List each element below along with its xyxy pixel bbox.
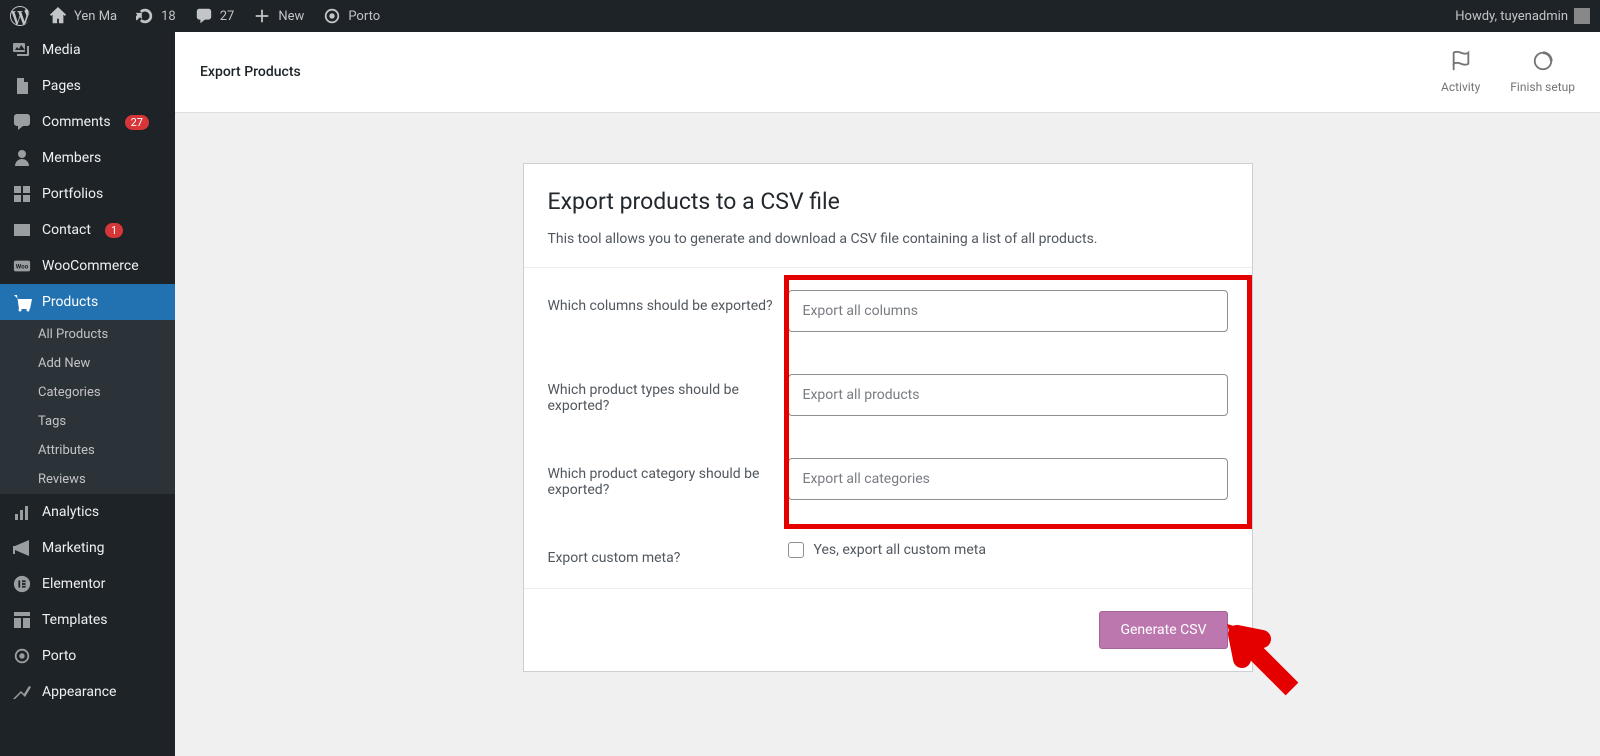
svg-text:Woo: Woo bbox=[16, 263, 29, 271]
sidebar-item-portfolios[interactable]: Portfolios bbox=[0, 176, 175, 212]
flag-icon bbox=[1441, 50, 1480, 78]
pages-icon bbox=[12, 76, 32, 96]
columns-label: Which columns should be exported? bbox=[548, 290, 788, 314]
export-panel: Export products to a CSV file This tool … bbox=[523, 163, 1253, 672]
admin-bar: Yen Ma 18 27 New Porto Howdy, tuyenadmin bbox=[0, 0, 1600, 32]
category-label: Which product category should be exporte… bbox=[548, 458, 788, 498]
updates[interactable]: 18 bbox=[135, 6, 176, 26]
wordpress-icon bbox=[10, 6, 30, 26]
sidebar-item-products[interactable]: Products bbox=[0, 284, 175, 320]
templates-icon bbox=[12, 610, 32, 630]
sidebar-item-label: Pages bbox=[42, 78, 81, 94]
sidebar-item-label: Portfolios bbox=[42, 186, 103, 202]
activity-label: Activity bbox=[1441, 80, 1480, 94]
members-icon bbox=[12, 148, 32, 168]
sidebar-item-woocommerce[interactable]: Woo WooCommerce bbox=[0, 248, 175, 284]
sidebar-item-label: Members bbox=[42, 150, 101, 166]
admin-sidebar: Media Pages Comments 27 Members Portfolios Con… bbox=[0, 32, 175, 756]
badge: 27 bbox=[125, 115, 149, 130]
updates-count: 18 bbox=[161, 9, 176, 24]
badge: 1 bbox=[105, 223, 123, 238]
sidebar-item-label: Contact bbox=[42, 222, 91, 238]
sidebar-item-label: WooCommerce bbox=[42, 258, 139, 274]
account[interactable]: Howdy, tuyenadmin bbox=[1455, 8, 1590, 24]
plus-icon bbox=[252, 6, 272, 26]
sidebar-item-analytics[interactable]: Analytics bbox=[0, 494, 175, 530]
page-title: Export Products bbox=[200, 64, 301, 80]
comments[interactable]: 27 bbox=[194, 6, 235, 26]
sidebar-item-label: Comments bbox=[42, 114, 111, 130]
sidebar-item-label: Analytics bbox=[42, 504, 99, 520]
new-label: New bbox=[278, 9, 304, 24]
sidebar-item-comments[interactable]: Comments 27 bbox=[0, 104, 175, 140]
home-icon bbox=[48, 6, 68, 26]
porto-label: Porto bbox=[348, 9, 380, 24]
contact-icon bbox=[12, 220, 32, 240]
annotation-arrow-icon bbox=[1222, 619, 1312, 699]
category-select[interactable]: Export all categories bbox=[788, 458, 1228, 500]
sidebar-item-label: Appearance bbox=[42, 684, 116, 700]
panel-description: This tool allows you to generate and dow… bbox=[548, 231, 1228, 247]
progress-circle-icon bbox=[1510, 50, 1575, 78]
finish-setup-button[interactable]: Finish setup bbox=[1510, 50, 1575, 94]
panel-title: Export products to a CSV file bbox=[548, 188, 1228, 215]
greeting: Howdy, tuyenadmin bbox=[1455, 9, 1568, 24]
sidebar-item-pages[interactable]: Pages bbox=[0, 68, 175, 104]
portfolio-icon bbox=[12, 184, 32, 204]
meta-checkbox[interactable] bbox=[788, 542, 804, 558]
porto-link[interactable]: Porto bbox=[322, 6, 380, 26]
types-select[interactable]: Export all products bbox=[788, 374, 1228, 416]
sidebar-item-label: Media bbox=[42, 42, 81, 58]
sidebar-item-label: Porto bbox=[42, 648, 76, 664]
sidebar-item-elementor[interactable]: Elementor bbox=[0, 566, 175, 602]
sidebar-item-label: Elementor bbox=[42, 576, 105, 592]
generate-csv-button[interactable]: Generate CSV bbox=[1099, 611, 1227, 649]
analytics-icon bbox=[12, 502, 32, 522]
comments-count: 27 bbox=[220, 9, 235, 24]
appearance-icon bbox=[12, 682, 32, 702]
sidebar-item-marketing[interactable]: Marketing bbox=[0, 530, 175, 566]
sidebar-item-label: Templates bbox=[42, 612, 108, 628]
updates-icon bbox=[135, 6, 155, 26]
submenu-item-categories[interactable]: Categories bbox=[0, 378, 175, 407]
submenu-item-add-new[interactable]: Add New bbox=[0, 349, 175, 378]
sidebar-item-contact[interactable]: Contact 1 bbox=[0, 212, 175, 248]
submenu-item-tags[interactable]: Tags bbox=[0, 407, 175, 436]
avatar-icon bbox=[1574, 8, 1590, 24]
sidebar-item-label: Marketing bbox=[42, 540, 105, 556]
submenu-item-attributes[interactable]: Attributes bbox=[0, 436, 175, 465]
main-content: Export Products Activity Finish setup Ex… bbox=[175, 32, 1600, 756]
finish-setup-label: Finish setup bbox=[1510, 80, 1575, 94]
page-header: Export Products Activity Finish setup bbox=[175, 32, 1600, 113]
submenu-item-all-products[interactable]: All Products bbox=[0, 320, 175, 349]
meta-label: Export custom meta? bbox=[548, 542, 788, 566]
comment-icon bbox=[194, 6, 214, 26]
new-content[interactable]: New bbox=[252, 6, 304, 26]
sidebar-item-templates[interactable]: Templates bbox=[0, 602, 175, 638]
comments-icon bbox=[12, 112, 32, 132]
target-icon bbox=[322, 6, 342, 26]
columns-select[interactable]: Export all columns bbox=[788, 290, 1228, 332]
activity-button[interactable]: Activity bbox=[1441, 50, 1480, 94]
sidebar-item-porto[interactable]: Porto bbox=[0, 638, 175, 674]
sidebar-item-appearance[interactable]: Appearance bbox=[0, 674, 175, 710]
site-name[interactable]: Yen Ma bbox=[48, 6, 117, 26]
meta-checkbox-label: Yes, export all custom meta bbox=[814, 542, 986, 558]
porto-icon bbox=[12, 646, 32, 666]
sidebar-item-label: Products bbox=[42, 294, 98, 310]
wp-logo[interactable] bbox=[10, 6, 30, 26]
types-label: Which product types should be exported? bbox=[548, 374, 788, 414]
site-name-label: Yen Ma bbox=[74, 9, 117, 24]
media-icon bbox=[12, 40, 32, 60]
elementor-icon bbox=[12, 574, 32, 594]
sidebar-item-members[interactable]: Members bbox=[0, 140, 175, 176]
woo-icon: Woo bbox=[12, 256, 32, 276]
products-icon bbox=[12, 292, 32, 312]
marketing-icon bbox=[12, 538, 32, 558]
submenu-item-reviews[interactable]: Reviews bbox=[0, 465, 175, 494]
sidebar-item-media[interactable]: Media bbox=[0, 32, 175, 68]
